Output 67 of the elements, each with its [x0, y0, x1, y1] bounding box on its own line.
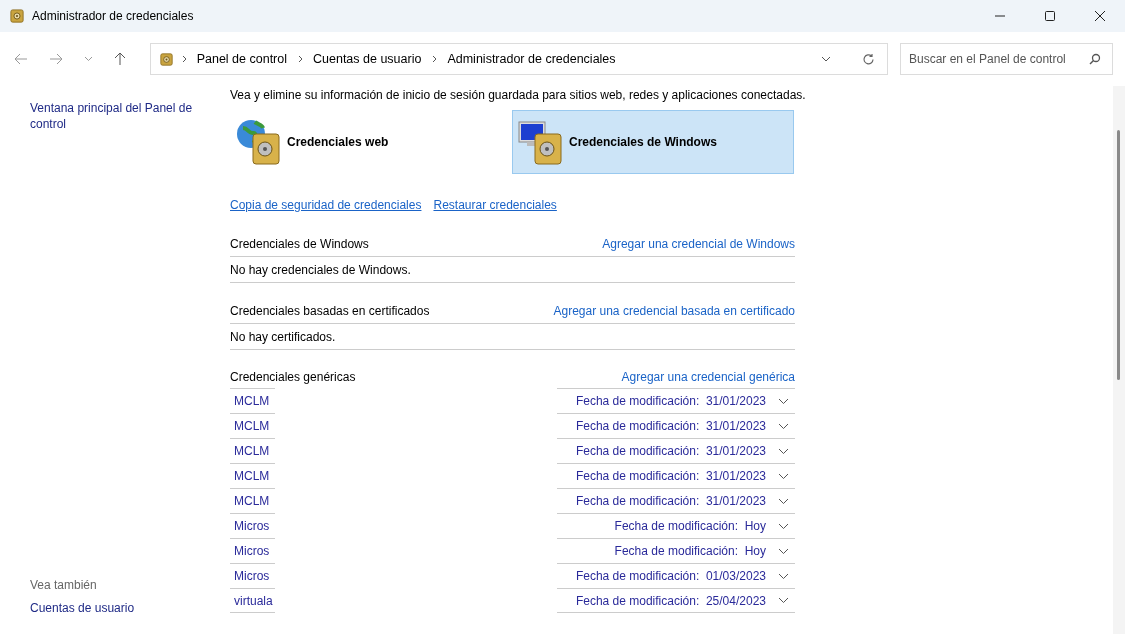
- expand-chevron-icon[interactable]: [778, 597, 789, 604]
- credential-action-link[interactable]: Copia de seguridad de credenciales: [230, 198, 422, 212]
- modified-date: Fecha de modificación: 31/01/2023: [575, 494, 766, 508]
- tile-label: Credenciales de Windows: [569, 135, 717, 149]
- monitor-safe-icon: [517, 118, 565, 166]
- add-credential-link[interactable]: Agregar una credencial genérica: [621, 370, 795, 384]
- modified-date: Fecha de modificación: 25/04/2023: [575, 593, 766, 608]
- credential-name[interactable]: virtuala: [230, 588, 275, 613]
- chevron-right-icon: [181, 55, 188, 63]
- window-title: Administrador de credenciales: [32, 9, 195, 23]
- globe-safe-icon: [235, 118, 283, 166]
- credential-name[interactable]: MCLM: [230, 463, 275, 488]
- empty-message: No hay credenciales de Windows.: [230, 257, 795, 283]
- credential-name[interactable]: MCLM: [230, 438, 275, 463]
- breadcrumb-item[interactable]: Administrador de credenciales: [447, 52, 616, 66]
- section-title: Credenciales basadas en certificados: [230, 304, 430, 318]
- credential-name[interactable]: MCLM: [230, 388, 275, 413]
- modified-date: Fecha de modificación: 31/01/2023: [575, 444, 766, 458]
- expand-chevron-icon[interactable]: [778, 522, 789, 530]
- credential-name[interactable]: Micros: [230, 513, 275, 538]
- section-title: Credenciales de Windows: [230, 237, 369, 251]
- dropdown-chevron-icon[interactable]: [821, 56, 831, 62]
- modified-date: Fecha de modificación: 31/01/2023: [575, 419, 766, 433]
- credential-type-tile[interactable]: Credenciales de Windows: [512, 110, 794, 174]
- see-also-heading: Vea también: [30, 578, 98, 592]
- up-arrow-icon[interactable]: [114, 52, 126, 66]
- close-icon[interactable]: [1094, 10, 1106, 22]
- add-credential-link[interactable]: Agregar una credencial de Windows: [602, 237, 795, 251]
- modified-date: Fecha de modificación: 31/01/2023: [575, 469, 766, 483]
- empty-message: No hay certificados.: [230, 324, 795, 350]
- expand-chevron-icon[interactable]: [778, 497, 789, 505]
- chevron-right-icon: [432, 55, 439, 63]
- maximize-icon[interactable]: [1044, 10, 1056, 22]
- expand-chevron-icon[interactable]: [778, 447, 789, 455]
- chevron-right-icon: [298, 55, 304, 63]
- credential-name[interactable]: Micros: [230, 563, 275, 588]
- search-icon[interactable]: [1089, 53, 1101, 65]
- description-text: Vea y elimine su información de inicio de sesión guardada para sitios web, redes y aplicaciones conectadas.: [230, 88, 807, 102]
- expand-chevron-icon[interactable]: [778, 397, 789, 405]
- breadcrumb-item[interactable]: Panel de control: [196, 52, 287, 66]
- back-arrow-icon[interactable]: [14, 53, 28, 65]
- sidebar-link[interactable]: Ventana principal del Panel de control: [30, 100, 200, 132]
- credential-action-link[interactable]: Restaurar credenciales: [433, 198, 557, 212]
- breadcrumb-item[interactable]: Cuentas de usuario: [313, 52, 422, 66]
- credential-name[interactable]: MCLM: [230, 488, 275, 513]
- folder-safe-icon: [159, 52, 173, 66]
- tile-label: Credenciales web: [287, 135, 389, 149]
- search-field[interactable]: Buscar en el Panel de control: [900, 43, 1113, 75]
- expand-chevron-icon[interactable]: [778, 472, 789, 480]
- add-credential-link[interactable]: Agregar una credencial basada en certificado: [553, 304, 795, 318]
- credential-type-tile[interactable]: Credenciales web: [230, 110, 512, 174]
- app-icon: [10, 9, 24, 23]
- expand-chevron-icon[interactable]: [778, 547, 789, 555]
- modified-date: Fecha de modificación: 31/01/2023: [575, 394, 766, 408]
- forward-arrow-icon[interactable]: [49, 53, 63, 65]
- section-title: Credenciales genéricas: [230, 370, 356, 384]
- address-bar[interactable]: Panel de control Cuentas de usuario Administrador de credenciales: [149, 43, 888, 75]
- expand-chevron-icon[interactable]: [778, 572, 789, 580]
- refresh-icon[interactable]: [862, 52, 875, 66]
- modified-date: Fecha de modificación: Hoy: [614, 519, 766, 533]
- scrollbar-thumb[interactable]: [1117, 130, 1120, 380]
- credential-name[interactable]: MCLM: [230, 413, 275, 438]
- sidebar-link[interactable]: Cuentas de usuario: [30, 600, 200, 616]
- expand-chevron-icon[interactable]: [778, 422, 789, 430]
- modified-date: Fecha de modificación: Hoy: [614, 544, 766, 558]
- credential-name[interactable]: Micros: [230, 538, 275, 563]
- modified-date: Fecha de modificación: 01/03/2023: [575, 569, 766, 583]
